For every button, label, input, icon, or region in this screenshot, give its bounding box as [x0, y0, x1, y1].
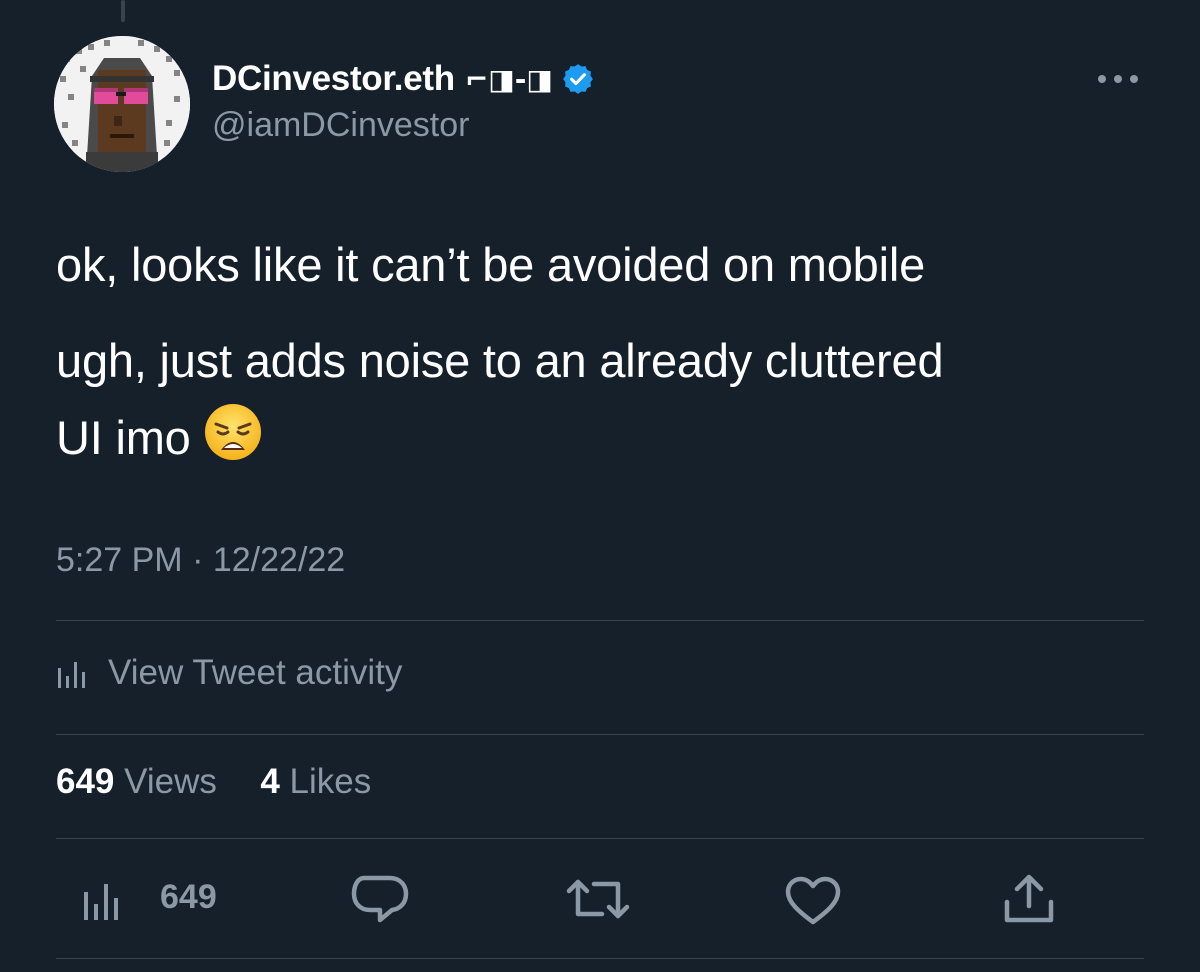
view-tweet-activity-label: View Tweet activity [108, 653, 403, 692]
tweet-time: 5:27 PM [56, 541, 183, 579]
views-label: Views [124, 762, 217, 801]
views-count: 649 [56, 762, 115, 801]
timestamp-separator: · [192, 541, 204, 579]
divider [56, 838, 1144, 839]
divider [56, 958, 1144, 959]
author-name-row[interactable]: DCinvestor.eth ⌐◨-◨ [212, 56, 595, 102]
analytics-icon [58, 662, 85, 688]
divider [56, 620, 1144, 621]
tweet-text-paragraph-2: ugh, just adds noise to an already clutt… [56, 322, 944, 476]
like-icon[interactable] [784, 876, 842, 926]
tweet-stats: 649 Views 4 Likes [56, 762, 371, 802]
view-tweet-activity-link[interactable]: View Tweet activity [56, 648, 402, 698]
tweet-timestamp[interactable]: 5:27 PM · 12/22/22 [56, 541, 345, 580]
tweet: DCinvestor.eth ⌐◨-◨ @iamDCinvestor ok, l… [0, 0, 1200, 972]
avatar[interactable] [54, 36, 190, 172]
reply-icon[interactable] [350, 872, 410, 926]
analytics-icon[interactable] [80, 878, 124, 922]
tweet-text-line-3-row: UI imo [56, 399, 943, 476]
verified-badge-icon [562, 64, 593, 94]
retweet-icon[interactable] [566, 874, 630, 924]
display-name[interactable]: DCinvestor.eth [212, 59, 455, 99]
author-handle[interactable]: @iamDCinvestor [212, 106, 469, 145]
noggles-glyphs: ⌐◨-◨ [464, 62, 553, 96]
tweet-text-line-3: UI imo [56, 411, 191, 464]
views-count-action: 649 [160, 878, 217, 916]
tweet-text-line-1: ok, looks like it can’t be avoided on mo… [56, 238, 926, 291]
more-options-icon[interactable] [1093, 64, 1143, 94]
weary-face-emoji-icon [204, 404, 261, 460]
divider [56, 734, 1144, 735]
tweet-date: 12/22/22 [212, 541, 346, 579]
likes-label[interactable]: Likes [290, 762, 372, 801]
tweet-text-line-2: ugh, just adds noise to an already clutt… [56, 334, 944, 387]
likes-count[interactable]: 4 [260, 762, 279, 801]
thread-line [121, 0, 125, 22]
share-icon[interactable] [1002, 872, 1056, 926]
